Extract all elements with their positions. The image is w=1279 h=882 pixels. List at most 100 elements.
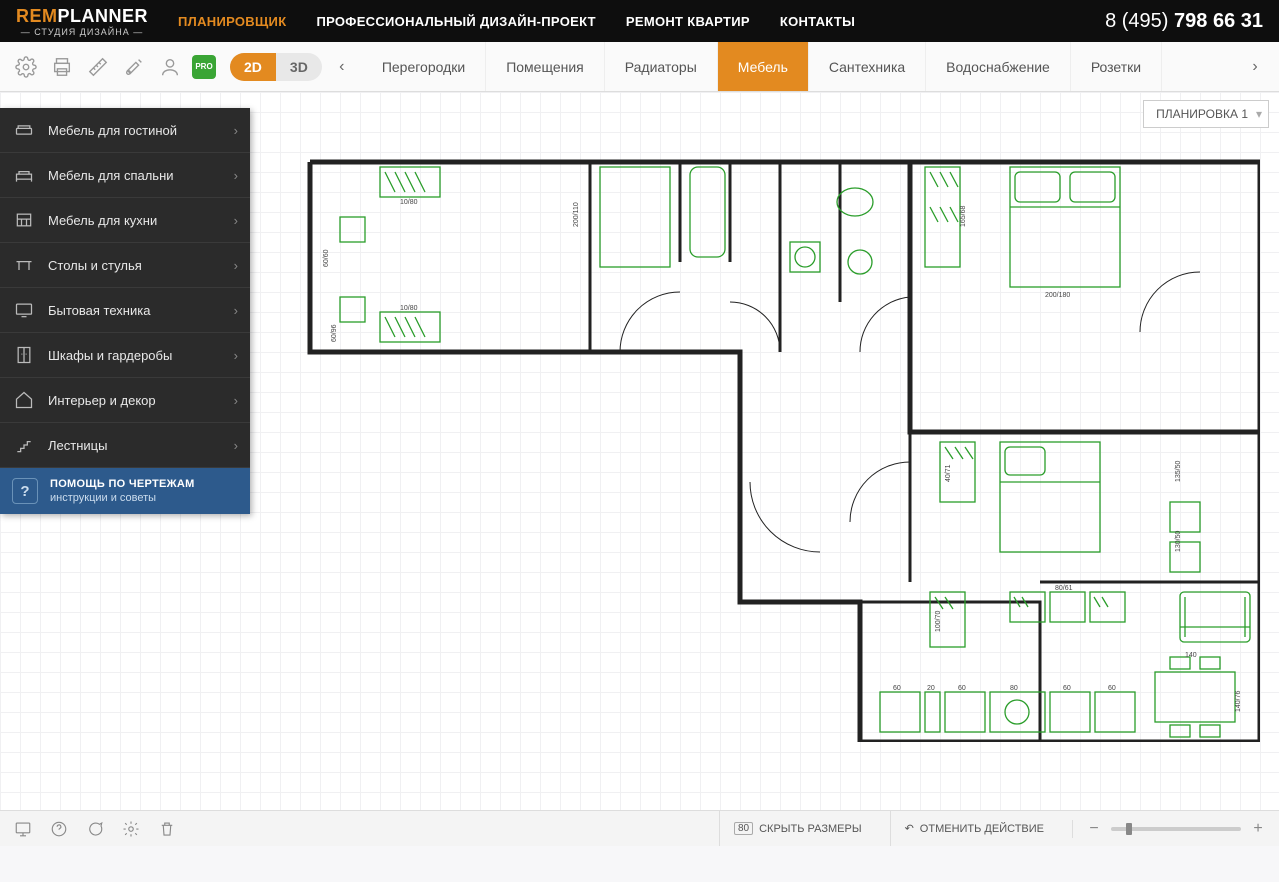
svg-text:80/61: 80/61: [1055, 585, 1073, 592]
sidebar-decor[interactable]: Интерьер и декор›: [0, 378, 250, 423]
undo-icon: ↶: [905, 822, 914, 835]
sidebar-label: Лестницы: [48, 438, 107, 453]
bottom-bar: 80 СКРЫТЬ РАЗМЕРЫ ↶ ОТМЕНИТЬ ДЕЙСТВИЕ − …: [0, 810, 1279, 846]
category-tabs: Перегородки Помещения Радиаторы Мебель С…: [362, 42, 1235, 91]
svg-text:80: 80: [1010, 685, 1018, 692]
tv-icon: [12, 298, 36, 322]
furniture-sidebar: Мебель для гостиной › Мебель для спальни ›…: [0, 108, 250, 514]
home-icon: [12, 388, 36, 412]
sidebar-living[interactable]: Мебель для гостиной ›: [0, 108, 250, 153]
kitchen-icon: [12, 208, 36, 232]
nav-design[interactable]: ПРОФЕССИОНАЛЬНЫЙ ДИЗАЙН-ПРОЕКТ: [316, 14, 595, 29]
stairs-icon: [12, 433, 36, 457]
pro-badge[interactable]: PRO: [192, 55, 216, 79]
phone-number: 8 (495) 798 66 31: [1105, 10, 1263, 33]
sidebar-label: Мебель для гостиной: [48, 123, 177, 138]
svg-text:200/110: 200/110: [573, 202, 580, 227]
canvas[interactable]: ПЛАНИРОВКА 1 Мебель для гостиной › Мебель…: [0, 92, 1279, 846]
svg-text:60/60: 60/60: [323, 249, 330, 267]
hide-dimensions-button[interactable]: 80 СКРЫТЬ РАЗМЕРЫ: [719, 811, 876, 846]
table-icon: [12, 253, 36, 277]
view-2d-button[interactable]: 2D: [230, 53, 276, 81]
sidebar-label: Бытовая техника: [48, 303, 150, 318]
tab-sockets[interactable]: Розетки: [1071, 42, 1162, 91]
zoom-in-button[interactable]: +: [1249, 820, 1267, 838]
zoom-slider[interactable]: [1111, 827, 1241, 831]
zoom-out-button[interactable]: −: [1085, 820, 1103, 838]
tab-rooms[interactable]: Помещения: [486, 42, 605, 91]
tools-icon[interactable]: [120, 53, 148, 81]
print-icon[interactable]: [48, 53, 76, 81]
sidebar-label: Мебель для кухни: [48, 213, 157, 228]
floorplan[interactable]: 10/80 200/110 60/60 60/96 10/80 200/180 …: [300, 152, 1260, 742]
question-icon: ?: [12, 478, 38, 504]
logo-planner: PLANNER: [58, 6, 149, 26]
trash-icon[interactable]: [156, 818, 178, 840]
chevron-right-icon: ›: [234, 213, 238, 228]
tabs-scroll-right[interactable]: ›: [1243, 55, 1267, 79]
tab-furniture[interactable]: Мебель: [718, 42, 809, 91]
svg-text:40/71: 40/71: [945, 464, 952, 482]
help-icon[interactable]: [48, 818, 70, 840]
tab-walls[interactable]: Перегородки: [362, 42, 486, 91]
undo-button[interactable]: ↶ ОТМЕНИТЬ ДЕЙСТВИЕ: [890, 811, 1058, 846]
svg-text:60: 60: [893, 685, 901, 692]
svg-text:60: 60: [1108, 685, 1116, 692]
svg-text:140: 140: [1185, 652, 1197, 659]
svg-text:60: 60: [1063, 685, 1071, 692]
help-title: ПОМОЩЬ ПО ЧЕРТЕЖАМ: [50, 478, 195, 490]
chevron-right-icon: ›: [234, 258, 238, 273]
tab-radiators[interactable]: Радиаторы: [605, 42, 718, 91]
chevron-right-icon: ›: [234, 348, 238, 363]
toolbar: PRO 2D 3D ‹ Перегородки Помещения Радиат…: [0, 42, 1279, 92]
svg-text:140/76: 140/76: [1235, 690, 1242, 712]
sidebar-appliances[interactable]: Бытовая техника ›: [0, 288, 250, 333]
sidebar-wardrobes[interactable]: Шкафы и гардеробы ›: [0, 333, 250, 378]
zoom-control: − +: [1072, 820, 1267, 838]
view-3d-button[interactable]: 3D: [276, 53, 322, 81]
user-icon[interactable]: [156, 53, 184, 81]
svg-text:60: 60: [958, 685, 966, 692]
layout-selector[interactable]: ПЛАНИРОВКА 1: [1143, 100, 1269, 128]
sidebar-stairs[interactable]: Лестницы›: [0, 423, 250, 468]
tab-plumbing[interactable]: Сантехника: [809, 42, 926, 91]
view-toggle: 2D 3D: [230, 53, 322, 81]
gear-icon[interactable]: [120, 818, 142, 840]
sidebar-tables[interactable]: Столы и стулья ›: [0, 243, 250, 288]
nav-renovation[interactable]: РЕМОНТ КВАРТИР: [626, 14, 750, 29]
sidebar-label: Столы и стулья: [48, 258, 142, 273]
svg-text:20: 20: [927, 685, 935, 692]
help-subtitle: инструкции и советы: [50, 492, 195, 504]
sidebar-bedroom[interactable]: Мебель для спальни ›: [0, 153, 250, 198]
app-header: REMPLANNER — СТУДИЯ ДИЗАЙНА — ПЛАНИРОВЩИ…: [0, 0, 1279, 42]
settings-icon[interactable]: [12, 53, 40, 81]
main-nav: ПЛАНИРОВЩИК ПРОФЕССИОНАЛЬНЫЙ ДИЗАЙН-ПРОЕ…: [178, 14, 855, 29]
chevron-right-icon: ›: [234, 393, 238, 408]
svg-text:130/50: 130/50: [1175, 530, 1182, 552]
chat-icon[interactable]: [84, 818, 106, 840]
tabs-scroll-left[interactable]: ‹: [330, 55, 354, 79]
nav-contacts[interactable]: КОНТАКТЫ: [780, 14, 855, 29]
screen-icon[interactable]: [12, 818, 34, 840]
svg-text:200/180: 200/180: [1045, 292, 1070, 299]
sidebar-kitchen[interactable]: Мебель для кухни ›: [0, 198, 250, 243]
svg-text:10/80: 10/80: [400, 199, 418, 206]
wardrobe-icon: [12, 343, 36, 367]
sidebar-help[interactable]: ? ПОМОЩЬ ПО ЧЕРТЕЖАМ инструкции и советы: [0, 468, 250, 514]
chevron-right-icon: ›: [234, 168, 238, 183]
ruler-icon[interactable]: [84, 53, 112, 81]
sidebar-label: Шкафы и гардеробы: [48, 348, 172, 363]
svg-text:60/96: 60/96: [331, 324, 338, 342]
bed-icon: [12, 163, 36, 187]
sidebar-label: Мебель для спальни: [48, 168, 174, 183]
nav-planner[interactable]: ПЛАНИРОВЩИК: [178, 14, 286, 29]
logo[interactable]: REMPLANNER — СТУДИЯ ДИЗАЙНА —: [16, 6, 148, 37]
logo-subtitle: — СТУДИЯ ДИЗАЙНА —: [16, 27, 148, 37]
chevron-right-icon: ›: [234, 303, 238, 318]
sofa-icon: [12, 118, 36, 142]
svg-text:165/68: 165/68: [960, 205, 967, 227]
svg-text:135/50: 135/50: [1175, 460, 1182, 482]
dimension-icon: 80: [734, 822, 753, 835]
chevron-right-icon: ›: [234, 123, 238, 138]
tab-water[interactable]: Водоснабжение: [926, 42, 1071, 91]
